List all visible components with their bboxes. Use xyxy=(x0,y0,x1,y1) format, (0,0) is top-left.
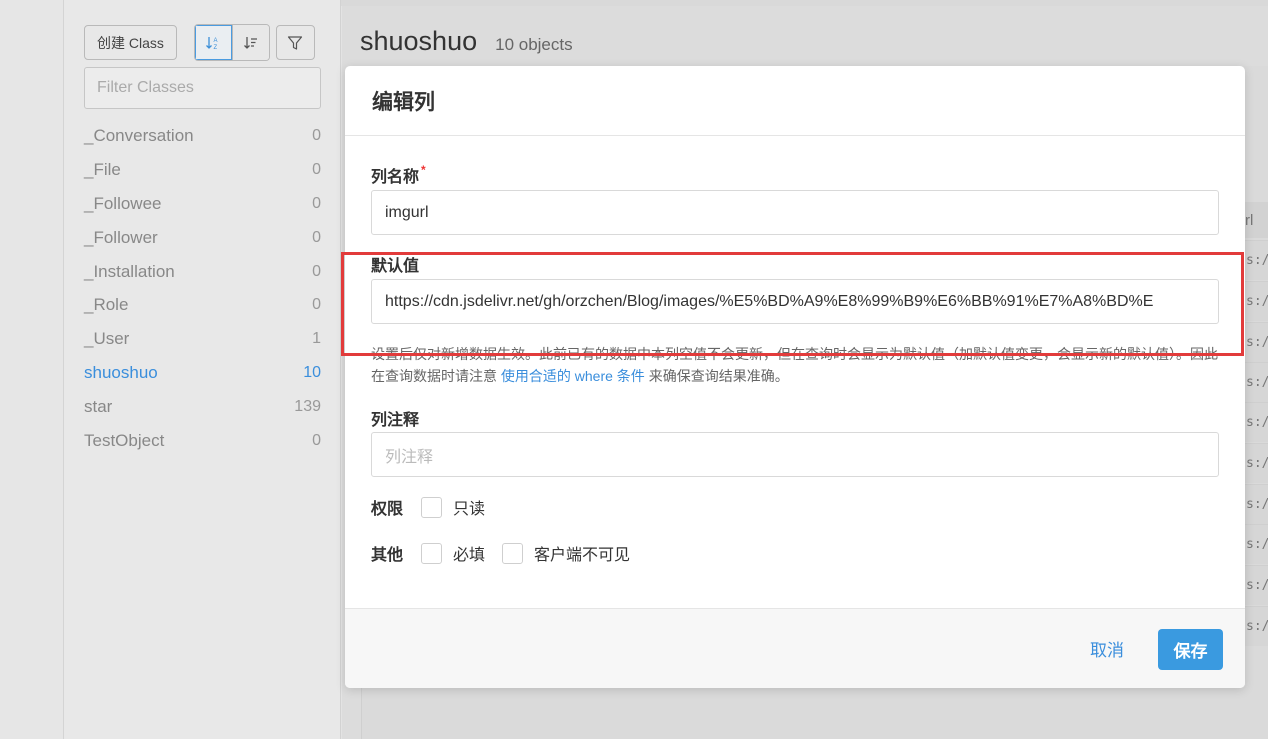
table-row[interactable]: s:/ xyxy=(1245,281,1268,321)
default-value-input[interactable]: https://cdn.jsdelivr.net/gh/orzchen/Blog… xyxy=(371,279,1219,324)
table-row[interactable]: s:/ xyxy=(1245,565,1268,605)
class-item[interactable]: _Installation 0 xyxy=(84,255,321,289)
class-item[interactable]: _Conversation 0 xyxy=(84,119,321,153)
help-text: 设置后仅对新增数据生效。此前已有的数据中本列空值不会更新，但在查询时会显示为默认… xyxy=(371,346,1218,384)
class-count: 0 xyxy=(312,431,321,449)
class-count: 0 xyxy=(312,296,321,314)
class-count: 0 xyxy=(312,228,321,246)
other-label: 其他 xyxy=(371,547,404,564)
column-name-input[interactable]: imgurl xyxy=(371,190,1219,235)
permission-row: 权限 只读 xyxy=(371,495,502,519)
svg-text:Z: Z xyxy=(214,45,218,51)
comment-label: 列注释 xyxy=(371,412,420,429)
sort-alpha-button[interactable]: A Z xyxy=(194,25,232,60)
class-name: star xyxy=(84,397,113,417)
column-name-label: 列名称 * xyxy=(371,163,426,187)
required-checkbox[interactable] xyxy=(421,542,443,564)
dialog-footer: 取消 保存 xyxy=(345,608,1245,688)
required-mark: * xyxy=(421,163,426,177)
class-count: 0 xyxy=(312,262,321,280)
table-row[interactable]: s:/ xyxy=(1245,524,1268,564)
table-row[interactable]: s:/ xyxy=(1245,362,1268,402)
other-row: 其他 必填 客户端不可见 xyxy=(371,541,647,565)
object-count: 10 objects xyxy=(495,35,573,54)
sort-count-icon xyxy=(243,36,257,49)
class-count: 10 xyxy=(303,364,321,382)
column-name-label-text: 列名称 xyxy=(371,169,420,186)
dialog-title: 编辑列 xyxy=(372,90,435,114)
required-label: 必填 xyxy=(453,547,486,564)
table-row[interactable]: s:/ xyxy=(1245,443,1268,483)
class-item[interactable]: star 139 xyxy=(84,390,321,424)
sort-toggle-group: A Z xyxy=(193,24,270,61)
app-nav-strip xyxy=(0,0,64,739)
class-count: 0 xyxy=(312,126,321,144)
table-row[interactable]: s:/ xyxy=(1245,606,1268,646)
sort-count-button[interactable] xyxy=(231,25,269,60)
class-item[interactable]: _Role 0 xyxy=(84,288,321,322)
class-name: _Role xyxy=(84,295,129,315)
client-hidden-checkbox[interactable] xyxy=(502,542,524,564)
class-name: _Conversation xyxy=(84,125,194,145)
where-condition-link[interactable]: 使用合适的 where 条件 xyxy=(501,368,645,384)
create-class-button[interactable]: 创建 Class xyxy=(84,25,177,60)
filter-classes-input[interactable]: Filter Classes xyxy=(84,67,321,109)
dialog-header: 编辑列 xyxy=(345,66,1245,136)
column-header[interactable]: rl xyxy=(1245,202,1268,238)
class-count: 139 xyxy=(294,398,321,416)
class-item[interactable]: _Followee 0 xyxy=(84,187,321,221)
default-value-label: 默认值 xyxy=(371,258,420,275)
class-name: _User xyxy=(84,329,130,349)
sort-alpha-icon: A Z xyxy=(206,36,218,51)
readonly-label: 只读 xyxy=(453,501,486,518)
readonly-checkbox[interactable] xyxy=(421,496,443,518)
permission-label: 权限 xyxy=(371,501,404,518)
table-row[interactable]: s:/ xyxy=(1245,240,1268,280)
help-text-end: 来确保查询结果准确。 xyxy=(644,368,789,384)
class-name: _File xyxy=(84,159,121,179)
edit-column-dialog: 编辑列 列名称 * imgurl 默认值 https://cdn.jsdelivr… xyxy=(345,66,1245,688)
class-name: _Followee xyxy=(84,193,162,213)
class-list: _Conversation 0 _File 0 _Followee 0 _Follower 0… xyxy=(84,119,321,458)
class-title: shuoshuo xyxy=(360,26,478,56)
class-header: shuoshuo 10 objects xyxy=(360,26,573,57)
class-item[interactable]: TestObject 0 xyxy=(84,424,321,458)
class-name: _Follower xyxy=(84,227,158,247)
sidebar-toolbar: 创建 Class A Z xyxy=(84,24,315,61)
class-count: 0 xyxy=(312,160,321,178)
class-count: 1 xyxy=(312,330,321,348)
class-sidebar: 创建 Class A Z Filter Classes _Conversatio… xyxy=(64,0,341,739)
default-value-help: 设置后仅对新增数据生效。此前已有的数据中本列空值不会更新，但在查询时会显示为默认… xyxy=(371,343,1219,387)
filter-button[interactable] xyxy=(275,25,315,60)
class-item[interactable]: _User 1 xyxy=(84,322,321,356)
table-row[interactable]: s:/ xyxy=(1245,402,1268,442)
svg-text:A: A xyxy=(214,38,218,44)
table-row[interactable]: s:/ xyxy=(1245,484,1268,524)
class-name: _Installation xyxy=(84,261,175,281)
class-name: TestObject xyxy=(84,430,165,450)
table-row[interactable]: s:/ xyxy=(1245,322,1268,362)
class-count: 0 xyxy=(312,194,321,212)
client-hidden-label: 客户端不可见 xyxy=(534,547,631,564)
cancel-button[interactable]: 取消 xyxy=(1090,636,1124,661)
comment-input[interactable]: 列注释 xyxy=(371,432,1219,477)
class-item[interactable]: _Follower 0 xyxy=(84,221,321,255)
filter-icon xyxy=(288,35,303,50)
save-button[interactable]: 保存 xyxy=(1158,629,1223,670)
class-item[interactable]: _File 0 xyxy=(84,153,321,187)
class-name: shuoshuo xyxy=(84,363,158,383)
class-item[interactable]: shuoshuo 10 xyxy=(84,356,321,390)
